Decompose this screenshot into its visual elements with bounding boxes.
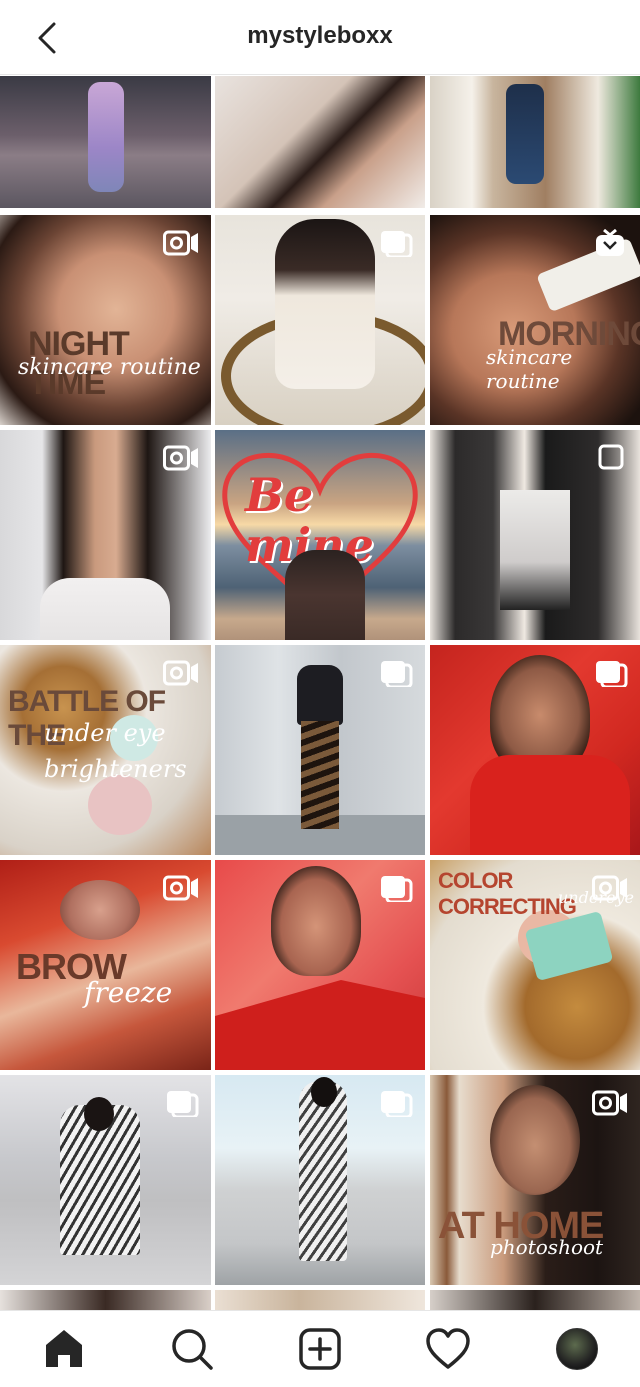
video-icon bbox=[592, 1090, 627, 1116]
post-tile[interactable]: COLOR CORRECTING undereye bbox=[430, 860, 640, 1070]
new-post-icon bbox=[299, 1328, 341, 1370]
tab-new-post[interactable] bbox=[296, 1325, 344, 1373]
tile-overlay-subtitle: photoshoot bbox=[490, 1235, 604, 1259]
post-tile[interactable]: BROW freeze bbox=[0, 860, 211, 1070]
tile-overlay-subtitle: skincare routine bbox=[18, 355, 201, 380]
bottom-tab-bar bbox=[0, 1310, 640, 1387]
carousel-icon bbox=[381, 1091, 413, 1117]
profile-avatar[interactable] bbox=[556, 1328, 598, 1370]
carousel-icon bbox=[381, 231, 413, 257]
profile-header: mystyleboxx bbox=[0, 0, 640, 75]
post-tile[interactable]: Be mine bbox=[215, 430, 425, 640]
post-tile[interactable] bbox=[0, 76, 211, 208]
post-tile[interactable] bbox=[215, 1075, 425, 1285]
post-tile[interactable]: AT HOME photoshoot bbox=[430, 1075, 640, 1285]
carousel-icon bbox=[381, 876, 413, 902]
video-icon bbox=[163, 230, 198, 256]
video-icon bbox=[592, 875, 627, 901]
tile-overlay-subtitle: freeze bbox=[84, 976, 173, 1009]
tab-search[interactable] bbox=[168, 1325, 216, 1373]
search-icon bbox=[172, 1329, 213, 1370]
post-tile[interactable] bbox=[215, 860, 425, 1070]
video-icon bbox=[163, 445, 198, 471]
igtv-icon bbox=[596, 229, 624, 256]
post-tile[interactable] bbox=[215, 215, 425, 425]
post-tile[interactable] bbox=[430, 76, 640, 208]
home-icon bbox=[46, 1330, 82, 1367]
carousel-icon bbox=[596, 661, 628, 687]
tile-overlay-subtitle: skincare routine bbox=[486, 345, 573, 393]
posts-grid: NIGHT TIME skincare routine MORNING skin… bbox=[0, 76, 640, 1310]
tab-activity[interactable] bbox=[424, 1325, 472, 1373]
post-tile[interactable] bbox=[430, 645, 640, 855]
activity-heart-icon bbox=[426, 1328, 470, 1369]
username-title: mystyleboxx bbox=[247, 22, 393, 49]
post-tile[interactable] bbox=[215, 1290, 425, 1310]
video-icon bbox=[163, 660, 198, 686]
carousel-icon bbox=[167, 1091, 199, 1117]
post-tile[interactable]: BATTLE OF THE under eye brighteners bbox=[0, 645, 211, 855]
post-tile[interactable] bbox=[430, 430, 640, 640]
video-icon bbox=[163, 875, 198, 901]
tab-home[interactable] bbox=[40, 1325, 88, 1373]
post-tile[interactable] bbox=[0, 430, 211, 640]
post-tile[interactable] bbox=[215, 76, 425, 208]
tile-overlay-subtitle: under eye brighteners bbox=[44, 719, 187, 783]
post-tile[interactable] bbox=[430, 1290, 640, 1310]
post-tile[interactable] bbox=[0, 1075, 211, 1285]
single-post-icon bbox=[598, 444, 624, 470]
carousel-icon bbox=[381, 661, 413, 687]
post-tile[interactable] bbox=[0, 1290, 211, 1310]
post-tile[interactable] bbox=[215, 645, 425, 855]
post-tile[interactable]: MORNING skincare routine bbox=[430, 215, 640, 425]
post-tile[interactable]: NIGHT TIME skincare routine bbox=[0, 215, 211, 425]
